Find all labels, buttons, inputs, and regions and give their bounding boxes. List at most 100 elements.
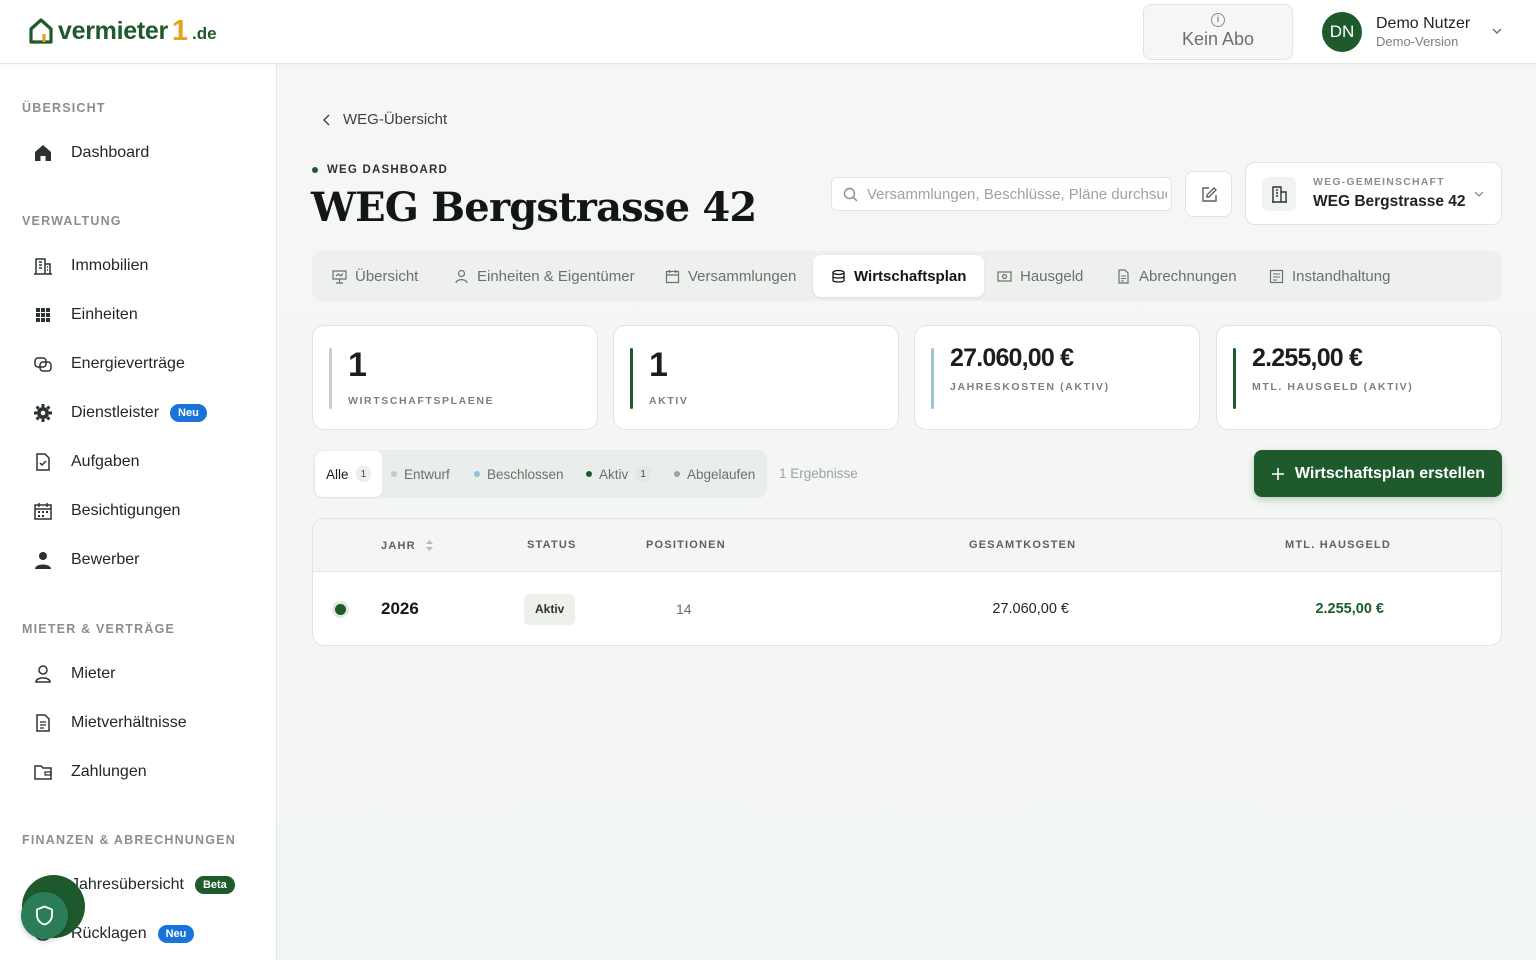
edit-icon xyxy=(1202,187,1217,202)
cell-positionen: 14 xyxy=(676,601,692,617)
user-outline-icon xyxy=(455,269,468,283)
status-dot xyxy=(335,604,346,615)
sidebar-item-immobilien[interactable]: Immobilien xyxy=(32,251,148,281)
search-box[interactable] xyxy=(831,177,1172,211)
sidebar-item-label: Mieter xyxy=(71,665,116,682)
sidebar-item-dashboard[interactable]: Dashboard xyxy=(32,138,149,168)
sidebar-item-label: Einheiten xyxy=(71,306,138,323)
column-gesamtkosten: GESAMTKOSTEN xyxy=(969,539,1077,551)
filter-alle[interactable]: Alle 1 xyxy=(315,451,383,497)
sidebar-item-aufgaben[interactable]: Aufgaben xyxy=(32,447,140,477)
stat-label: AKTIV xyxy=(649,395,689,407)
column-label: JAHR xyxy=(381,539,416,552)
tab-label: Hausgeld xyxy=(1020,267,1084,285)
status-dot xyxy=(586,471,592,477)
tab-abrechnungen[interactable]: Abrechnungen xyxy=(1098,255,1255,297)
sidebar-item-label: Dienstleister xyxy=(71,404,160,421)
tab-label: Versammlungen xyxy=(688,267,797,285)
brand-logo[interactable]: vermieter 1 .de xyxy=(28,17,217,46)
house-logo-icon xyxy=(29,18,53,44)
cell-gesamtkosten: 27.060,00 € xyxy=(992,601,1069,617)
tab-wirtschaftsplan[interactable]: Wirtschaftsplan xyxy=(813,255,985,297)
status-dot xyxy=(474,471,480,477)
grid-icon xyxy=(36,308,50,322)
person-icon xyxy=(35,552,51,569)
sidebar-item-mietverhaeltnisse[interactable]: Mietverhältnisse xyxy=(32,708,187,738)
cell-jahr: 2026 xyxy=(381,599,419,618)
filter-label: Aktiv xyxy=(599,466,629,482)
chart-board-icon xyxy=(332,269,347,284)
status-badge: Aktiv xyxy=(524,594,576,625)
page-eyebrow: WEG DASHBOARD xyxy=(312,164,448,176)
top-bar: vermieter 1 .de i Kein Abo DN Demo Nutzer … xyxy=(0,0,1536,64)
back-link[interactable]: WEG-Übersicht xyxy=(322,111,447,128)
subscription-button[interactable]: i Kein Abo xyxy=(1143,4,1293,60)
user-menu[interactable]: DN Demo Nutzer Demo-Version xyxy=(1322,12,1502,52)
stat-label: WIRTSCHAFTSPLAENE xyxy=(348,395,495,407)
status-dot xyxy=(674,471,680,477)
tab-einheiten-eigentuemer[interactable]: Einheiten & Eigentümer xyxy=(436,255,653,297)
community-value: WEG Bergstrasse 42 xyxy=(1313,193,1466,210)
sidebar-item-label: Immobilien xyxy=(71,257,149,274)
filter-label: Alle xyxy=(326,466,349,482)
chevron-down-icon xyxy=(1492,28,1502,34)
create-plan-button[interactable]: Wirtschaftsplan erstellen xyxy=(1254,450,1502,497)
sidebar-section-title: FINANZEN & ABRECHNUNGEN xyxy=(22,833,236,847)
tab-instandhaltung[interactable]: Instandhaltung xyxy=(1251,255,1408,297)
eyebrow-label: WEG DASHBOARD xyxy=(327,164,449,176)
main-content: WEG-Übersicht WEG DASHBOARD WEG Bergstra… xyxy=(277,64,1536,960)
tab-versammlungen[interactable]: Versammlungen xyxy=(647,255,814,297)
tab-label: Einheiten & Eigentümer xyxy=(477,267,635,285)
sidebar-item-zahlungen[interactable]: Zahlungen xyxy=(32,757,147,787)
table-row[interactable]: 2026 Aktiv 14 27.060,00 € 2.255,00 € xyxy=(313,573,1501,645)
filter-abgelaufen[interactable]: Abgelaufen xyxy=(674,450,755,498)
stat-value: 1 xyxy=(649,346,668,384)
filter-label: Abgelaufen xyxy=(687,466,756,482)
filter-label: Entwurf xyxy=(404,466,450,482)
checklist-icon xyxy=(1269,269,1284,283)
filter-label: Beschlossen xyxy=(487,466,564,482)
create-plan-label: Wirtschaftsplan erstellen xyxy=(1294,464,1486,482)
sidebar-item-energievertraege[interactable]: Energieverträge xyxy=(32,349,185,379)
tab-uebersicht[interactable]: Übersicht xyxy=(314,255,436,297)
stat-label: MTL. HAUSGELD (AKTIV) xyxy=(1252,381,1414,393)
sidebar-item-label: Besichtigungen xyxy=(71,502,181,519)
tab-bar: Übersicht Einheiten & Eigentümer Versamm… xyxy=(312,251,1502,301)
stat-accent-bar xyxy=(630,348,633,409)
tab-label: Wirtschaftsplan xyxy=(854,267,967,285)
building-icon xyxy=(1272,186,1287,203)
edit-button[interactable] xyxy=(1185,171,1232,217)
gear-icon xyxy=(34,404,52,422)
sidebar-item-dienstleister[interactable]: Dienstleister Neu xyxy=(32,398,207,428)
tab-hausgeld[interactable]: Hausgeld xyxy=(979,255,1101,297)
sidebar-item-label: Dashboard xyxy=(71,144,150,161)
filter-entwurf[interactable]: Entwurf xyxy=(391,450,450,498)
status-dot xyxy=(391,471,397,477)
user-subtitle: Demo-Version xyxy=(1376,34,1459,49)
column-mtl-hausgeld: MTL. HAUSGELD xyxy=(1285,539,1392,551)
subscription-label: Kein Abo xyxy=(1181,29,1255,49)
search-input[interactable] xyxy=(867,185,1167,203)
calendar-icon xyxy=(665,269,680,283)
privacy-fab[interactable] xyxy=(21,892,68,939)
sidebar-item-bewerber[interactable]: Bewerber xyxy=(32,545,139,575)
column-positionen: POSITIONEN xyxy=(646,539,726,551)
filter-beschlossen[interactable]: Beschlossen xyxy=(474,450,564,498)
sidebar-item-label: Energieverträge xyxy=(71,355,185,372)
brand-tld: .de xyxy=(192,24,217,43)
tab-label: Abrechnungen xyxy=(1139,267,1237,285)
sidebar-item-besichtigungen[interactable]: Besichtigungen xyxy=(32,496,180,526)
result-count: 1 Ergebnisse xyxy=(779,466,858,481)
stat-value: 1 xyxy=(348,346,367,384)
plans-table: JAHR STATUS POSITIONEN GESAMTKOSTEN MTL.… xyxy=(312,518,1502,646)
shield-icon xyxy=(36,905,53,926)
column-jahr[interactable]: JAHR xyxy=(381,539,434,552)
sidebar-item-mieter[interactable]: Mieter xyxy=(32,659,115,689)
filter-aktiv[interactable]: Aktiv 1 xyxy=(586,450,652,498)
table-header: JAHR STATUS POSITIONEN GESAMTKOSTEN MTL.… xyxy=(313,519,1501,572)
sidebar-item-einheiten[interactable]: Einheiten xyxy=(32,300,138,330)
stat-card-aktiv: 1 AKTIV xyxy=(613,325,899,430)
info-icon: i xyxy=(1211,13,1225,27)
back-link-label: WEG-Übersicht xyxy=(343,111,448,128)
community-selector[interactable]: WEG-GEMEINSCHAFT WEG Bergstrasse 42 xyxy=(1245,162,1502,225)
